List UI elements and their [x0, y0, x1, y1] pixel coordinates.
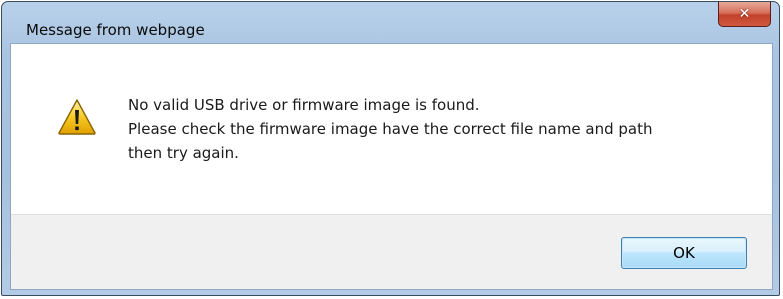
dialog-window: Message from webpage ✕ No valid USB driv… [1, 1, 780, 296]
warning-icon [58, 99, 96, 135]
close-button[interactable]: ✕ [718, 2, 771, 27]
message-text: No valid USB drive or firmware image is … [128, 93, 748, 165]
dialog-content: No valid USB drive or firmware image is … [10, 43, 773, 290]
window-title: Message from webpage [26, 21, 205, 39]
close-icon: ✕ [738, 5, 751, 22]
ok-button[interactable]: OK [621, 237, 747, 269]
title-bar[interactable]: Message from webpage ✕ [2, 2, 779, 44]
message-line: then try again. [128, 144, 239, 162]
message-line: Please check the firmware image have the… [128, 120, 653, 138]
message-area: No valid USB drive or firmware image is … [11, 44, 772, 214]
button-bar: OK [11, 214, 772, 289]
message-line: No valid USB drive or firmware image is … [128, 96, 480, 114]
